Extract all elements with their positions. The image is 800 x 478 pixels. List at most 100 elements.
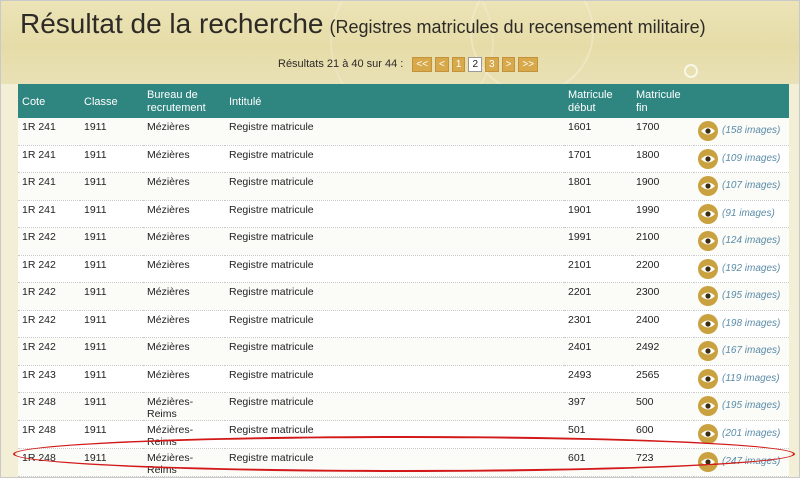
image-count-link[interactable]: (192 images) (722, 263, 780, 274)
cell-cote: 1R 248 (18, 392, 80, 421)
cell-matricule-debut: 601 (564, 448, 632, 477)
page-3-button[interactable]: 3 (485, 56, 499, 72)
cell-bureau: Mézières (143, 145, 225, 173)
cell-intitule: Registre matricule (225, 392, 564, 421)
eye-icon[interactable] (698, 258, 718, 279)
cell-intitule: Registre matricule (225, 200, 564, 228)
cell-classe: 1911 (80, 255, 143, 283)
eye-icon[interactable] (698, 368, 718, 389)
cell-matricule-fin: 2200 (632, 255, 694, 283)
cell-cote: 1R 242 (18, 227, 80, 256)
cell-cote: 1R 243 (18, 365, 80, 393)
cell-matricule-fin: 2100 (632, 227, 694, 256)
table-row: 1R 243 1911 Mézières Registre matricule 2493… (18, 365, 789, 393)
cell-classe: 1911 (80, 282, 143, 311)
eye-icon[interactable] (698, 176, 718, 196)
eye-icon[interactable] (698, 203, 718, 224)
table-row: 1R 242 1911 Mézières Registre matricule 2401… (18, 337, 789, 366)
cell-classe: 1911 (80, 200, 143, 228)
eye-icon[interactable] (698, 121, 718, 141)
cell-bureau: Mézières (143, 227, 225, 256)
eye-icon[interactable] (698, 396, 718, 416)
table-row: 1R 241 1911 Mézières Registre matricule 1901… (18, 200, 789, 228)
cell-matricule-fin: 2300 (632, 282, 694, 311)
table-row: 1R 241 1911 Mézières Registre matricule 1601… (18, 118, 789, 146)
results-info: Résultats 21 à 40 sur 44 : (278, 58, 404, 70)
cell-view: (158 images) (694, 118, 789, 146)
cell-cote: 1R 242 (18, 337, 80, 366)
eye-icon[interactable] (698, 286, 718, 306)
table-row: 1R 242 1911 Mézières Registre matricule 2301… (18, 310, 789, 338)
cell-intitule: Registre matricule (225, 255, 564, 283)
cell-bureau: Mézières (143, 172, 225, 201)
image-count-link[interactable]: (158 images) (722, 125, 780, 136)
cell-matricule-fin: 2492 (632, 337, 694, 366)
last-page-button[interactable]: >> (518, 56, 539, 72)
col-header-matricule-fin[interactable]: Matricule fin (632, 84, 694, 118)
col-header-matricule-debut[interactable]: Matricule début (564, 84, 632, 118)
cell-view: (91 images) (694, 200, 789, 228)
col-header-classe[interactable]: Classe (80, 84, 143, 118)
cell-view: (119 images) (694, 365, 789, 393)
cell-classe: 1911 (80, 118, 143, 146)
cell-matricule-debut: 2101 (564, 255, 632, 283)
cell-cote: 1R 242 (18, 255, 80, 283)
col-header-bureau[interactable]: Bureau de recrutement (143, 84, 225, 118)
col-header-intitule[interactable]: Intitulé (225, 84, 564, 118)
eye-icon[interactable] (698, 341, 718, 361)
cell-matricule-debut: 1601 (564, 118, 632, 146)
prev-page-button[interactable]: < (435, 56, 449, 72)
cell-intitule: Registre matricule (225, 310, 564, 338)
eye-icon[interactable] (698, 231, 718, 251)
cell-view: (195 images) (694, 392, 789, 421)
cell-matricule-debut: 2401 (564, 337, 632, 366)
table-row: 1R 242 1911 Mézières Registre matricule 1991… (18, 227, 789, 256)
cell-matricule-debut: 1901 (564, 200, 632, 228)
image-count-link[interactable]: (124 images) (722, 235, 780, 246)
cell-bureau: Mézières (143, 337, 225, 366)
cell-view: (201 images) (694, 420, 789, 449)
cell-bureau: Mézières-Reims (143, 420, 225, 449)
page-title: Résultat de la recherche (Registres matri… (20, 8, 706, 40)
cell-matricule-debut: 1991 (564, 227, 632, 256)
cell-matricule-debut: 397 (564, 392, 632, 421)
cell-view: (192 images) (694, 255, 789, 283)
first-page-button[interactable]: << (412, 56, 433, 72)
image-count-link[interactable]: (109 images) (722, 153, 780, 164)
cell-cote: 1R 241 (18, 172, 80, 201)
cell-bureau: Mézières (143, 200, 225, 228)
cell-matricule-fin: 1990 (632, 200, 694, 228)
col-header-cote[interactable]: Cote (18, 84, 80, 118)
cell-intitule: Registre matricule (225, 337, 564, 366)
page: Résultat de la recherche (Registres matri… (0, 0, 800, 478)
image-count-link[interactable]: (167 images) (722, 345, 780, 356)
decorative-ring (684, 64, 698, 78)
eye-icon[interactable] (698, 313, 718, 334)
cell-intitule: Registre matricule (225, 145, 564, 173)
page-1-button[interactable]: 1 (451, 56, 466, 72)
page-title-text: Résultat de la recherche (20, 8, 324, 39)
cell-intitule: Registre matricule (225, 282, 564, 311)
cell-classe: 1911 (80, 365, 143, 393)
cell-matricule-debut: 1801 (564, 172, 632, 201)
table-row: 1R 248 1911 Mézières-Reims Registre matricu… (18, 392, 789, 421)
next-page-button[interactable]: > (501, 56, 516, 72)
image-count-link[interactable]: (198 images) (722, 318, 780, 329)
eye-icon[interactable] (698, 424, 718, 444)
cell-matricule-debut: 2201 (564, 282, 632, 311)
image-count-link[interactable]: (91 images) (722, 208, 775, 219)
image-count-link[interactable]: (195 images) (722, 290, 780, 301)
cell-classe: 1911 (80, 310, 143, 338)
table-row: 1R 241 1911 Mézières Registre matricule 1801… (18, 172, 789, 201)
image-count-link[interactable]: (201 images) (722, 428, 780, 439)
eye-icon[interactable] (698, 452, 718, 472)
cell-classe: 1911 (80, 420, 143, 449)
cell-matricule-fin: 1800 (632, 145, 694, 173)
image-count-link[interactable]: (107 images) (722, 180, 780, 191)
image-count-link[interactable]: (119 images) (722, 373, 780, 384)
eye-icon[interactable] (698, 148, 718, 169)
table-row: 1R 241 1911 Mézières Registre matricule 1701… (18, 145, 789, 173)
image-count-link[interactable]: (247 images) (722, 456, 780, 467)
image-count-link[interactable]: (195 images) (722, 400, 780, 411)
cell-cote: 1R 242 (18, 310, 80, 338)
